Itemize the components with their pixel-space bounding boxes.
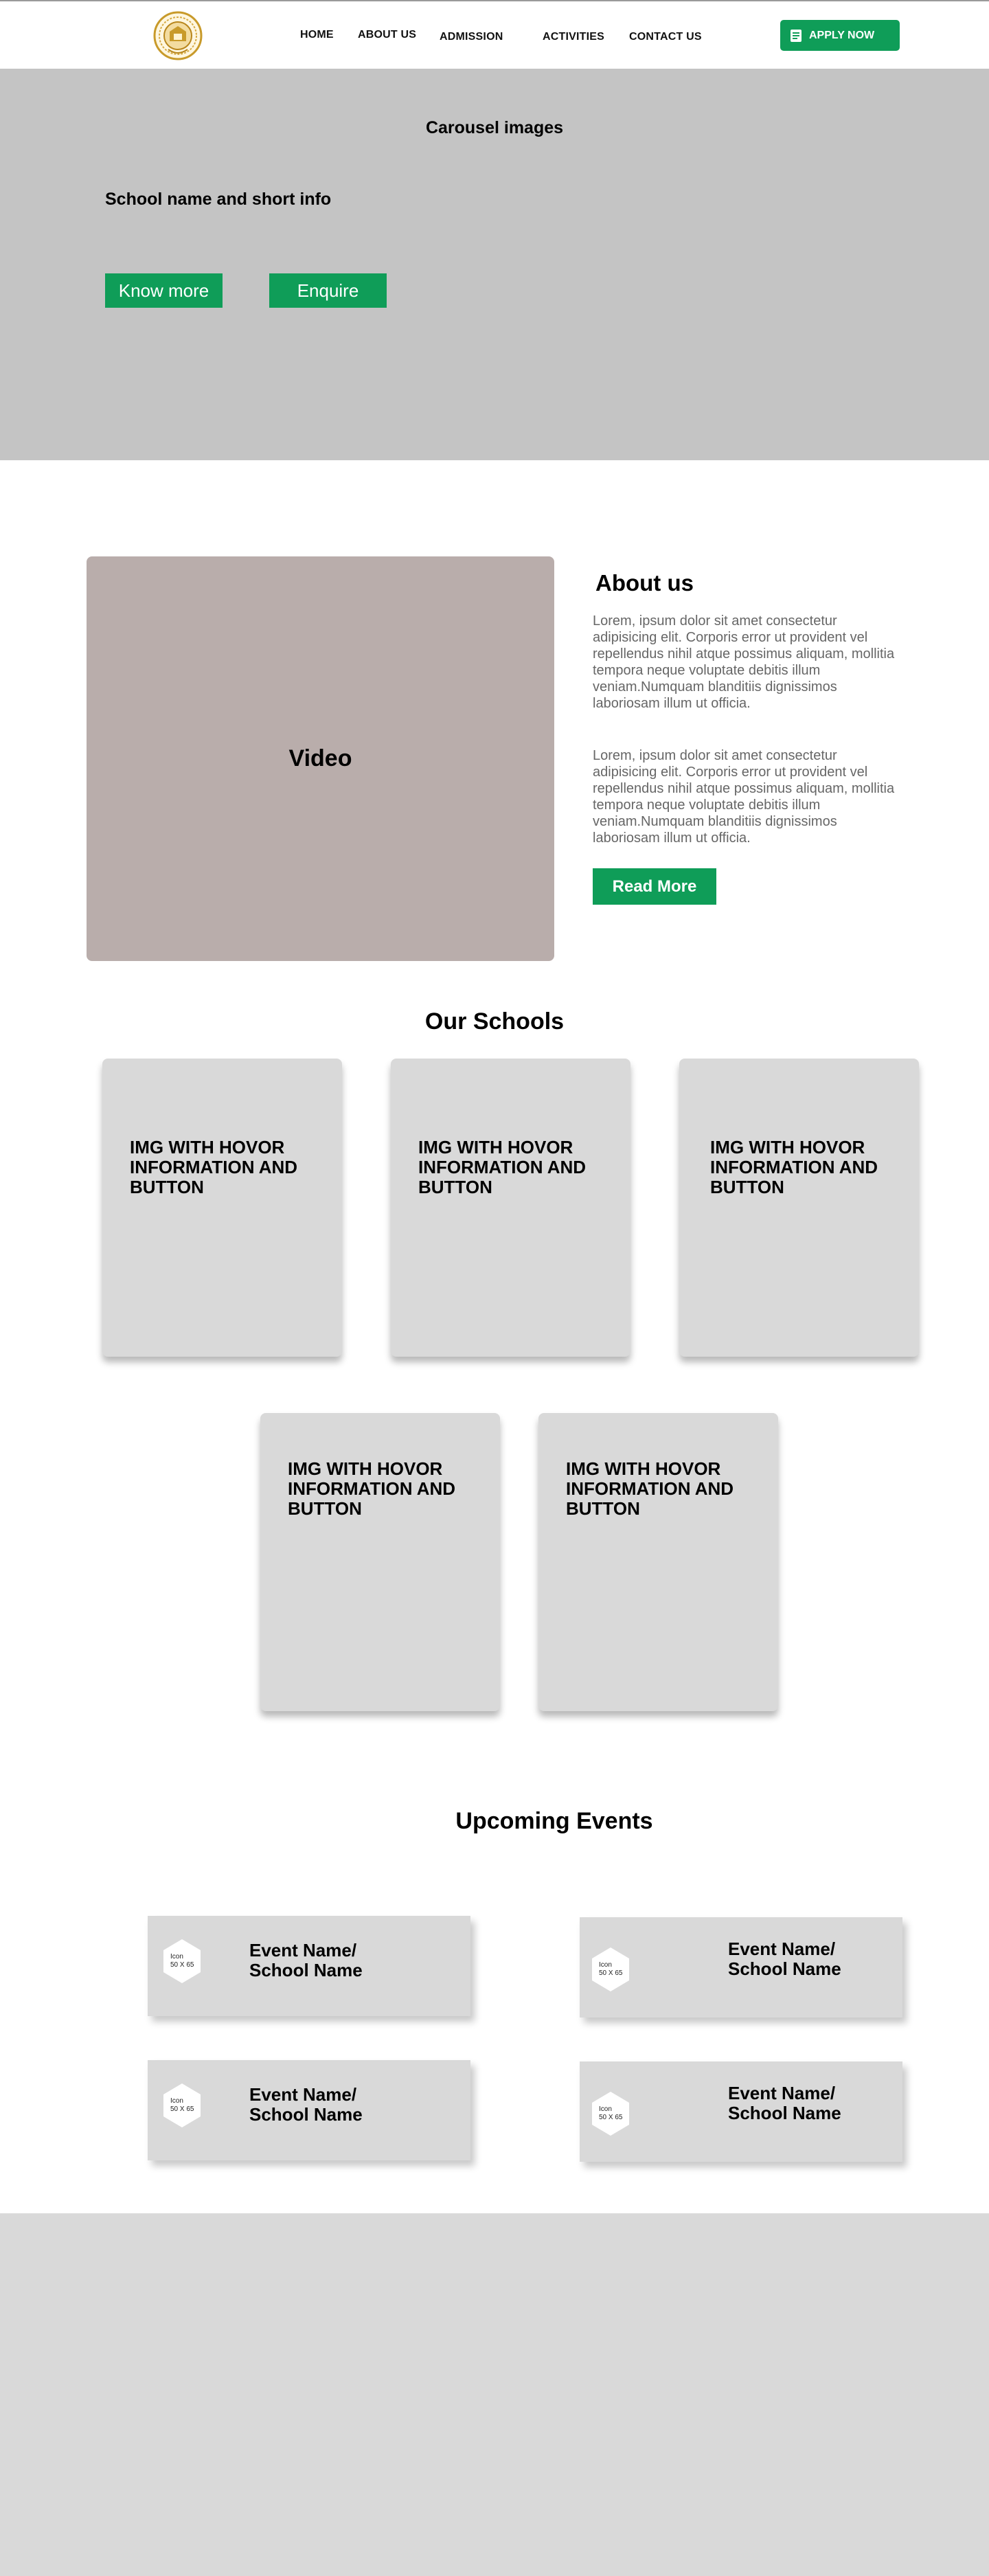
site-footer [0, 2213, 989, 2576]
school-card[interactable]: IMG WITH HOVOR INFORMATION AND BUTTON [679, 1059, 919, 1357]
event-icon: Icon 50 X 65 [592, 2092, 629, 2136]
site-header: HOME ABOUT US ADMISSION ACTIVITIES CONTA… [0, 1, 989, 69]
about-paragraph: Lorem, ipsum dolor sit amet consectetur … [593, 748, 895, 846]
event-icon: Icon 50 X 65 [163, 2083, 201, 2127]
event-card[interactable]: Icon 50 X 65 Event Name/ School Name [580, 2061, 902, 2162]
event-name: Event Name/ School Name [728, 1939, 841, 1979]
event-icon: Icon 50 X 65 [592, 1947, 629, 1991]
school-card[interactable]: IMG WITH HOVOR INFORMATION AND BUTTON [391, 1059, 630, 1357]
video-label: Video [288, 745, 352, 771]
carousel-title: Carousel images [425, 118, 564, 137]
event-icon: Icon 50 X 65 [163, 1939, 201, 1983]
event-name-line: Event Name/ [249, 2084, 357, 2105]
icon-size: 50 X 65 [170, 1961, 194, 1969]
event-card[interactable]: Icon 50 X 65 Event Name/ School Name [580, 1917, 902, 2018]
nav-contact-us[interactable]: CONTACT US [629, 31, 702, 43]
event-school-line: School Name [249, 1960, 363, 1980]
event-name: Event Name/ School Name [249, 1941, 363, 1980]
enquire-button[interactable]: Enquire [269, 273, 387, 308]
school-crest-logo[interactable] [149, 11, 207, 60]
video-placeholder[interactable]: Video [87, 556, 554, 961]
icon-label: Icon [170, 2097, 183, 2105]
event-school-line: School Name [249, 2104, 363, 2125]
event-name-line: Event Name/ [249, 1940, 357, 1961]
school-card-text: IMG WITH HOVOR INFORMATION AND BUTTON [130, 1137, 298, 1197]
event-card[interactable]: Icon 50 X 65 Event Name/ School Name [148, 1916, 470, 2016]
school-card[interactable]: IMG WITH HOVOR INFORMATION AND BUTTON [102, 1059, 342, 1357]
event-school-line: School Name [728, 1958, 841, 1979]
nav-about-us[interactable]: ABOUT US [358, 29, 416, 41]
school-card-text: IMG WITH HOVOR INFORMATION AND BUTTON [710, 1137, 878, 1197]
school-card-text: IMG WITH HOVOR INFORMATION AND BUTTON [288, 1458, 456, 1519]
hero-carousel: Carousel images School name and short in… [0, 69, 989, 460]
event-school-line: School Name [728, 2103, 841, 2123]
nav-activities[interactable]: ACTIVITIES [543, 31, 604, 43]
event-name-line: Event Name/ [728, 2083, 836, 2103]
icon-size: 50 X 65 [599, 1969, 623, 1977]
about-title: About us [595, 570, 694, 596]
apply-now-button[interactable]: APPLY NOW [780, 20, 900, 51]
icon-label: Icon [170, 1953, 183, 1961]
school-card[interactable]: IMG WITH HOVOR INFORMATION AND BUTTON [538, 1413, 778, 1711]
event-name-line: Event Name/ [728, 1939, 836, 1959]
school-info: School name and short info [105, 190, 332, 209]
apply-now-label: APPLY NOW [809, 29, 875, 41]
know-more-button[interactable]: Know more [105, 273, 223, 308]
event-name: Event Name/ School Name [728, 2083, 841, 2123]
school-card-text: IMG WITH HOVOR INFORMATION AND BUTTON [566, 1458, 734, 1519]
icon-size: 50 X 65 [599, 2114, 623, 2121]
event-name: Event Name/ School Name [249, 2085, 363, 2125]
form-icon [790, 29, 802, 43]
read-more-button[interactable]: Read More [593, 868, 716, 905]
about-paragraph: Lorem, ipsum dolor sit amet consectetur … [593, 613, 895, 711]
events-title: Upcoming Events [455, 1808, 653, 1834]
icon-label: Icon [599, 1961, 612, 1969]
school-card[interactable]: IMG WITH HOVOR INFORMATION AND BUTTON [260, 1413, 500, 1711]
school-card-text: IMG WITH HOVOR INFORMATION AND BUTTON [418, 1137, 587, 1197]
icon-label: Icon [599, 2105, 612, 2113]
event-card[interactable]: Icon 50 X 65 Event Name/ School Name [148, 2060, 470, 2160]
nav-home[interactable]: HOME [300, 29, 334, 41]
icon-size: 50 X 65 [170, 2105, 194, 2113]
nav-admission[interactable]: ADMISSION [440, 31, 503, 43]
schools-title: Our Schools [424, 1008, 565, 1035]
